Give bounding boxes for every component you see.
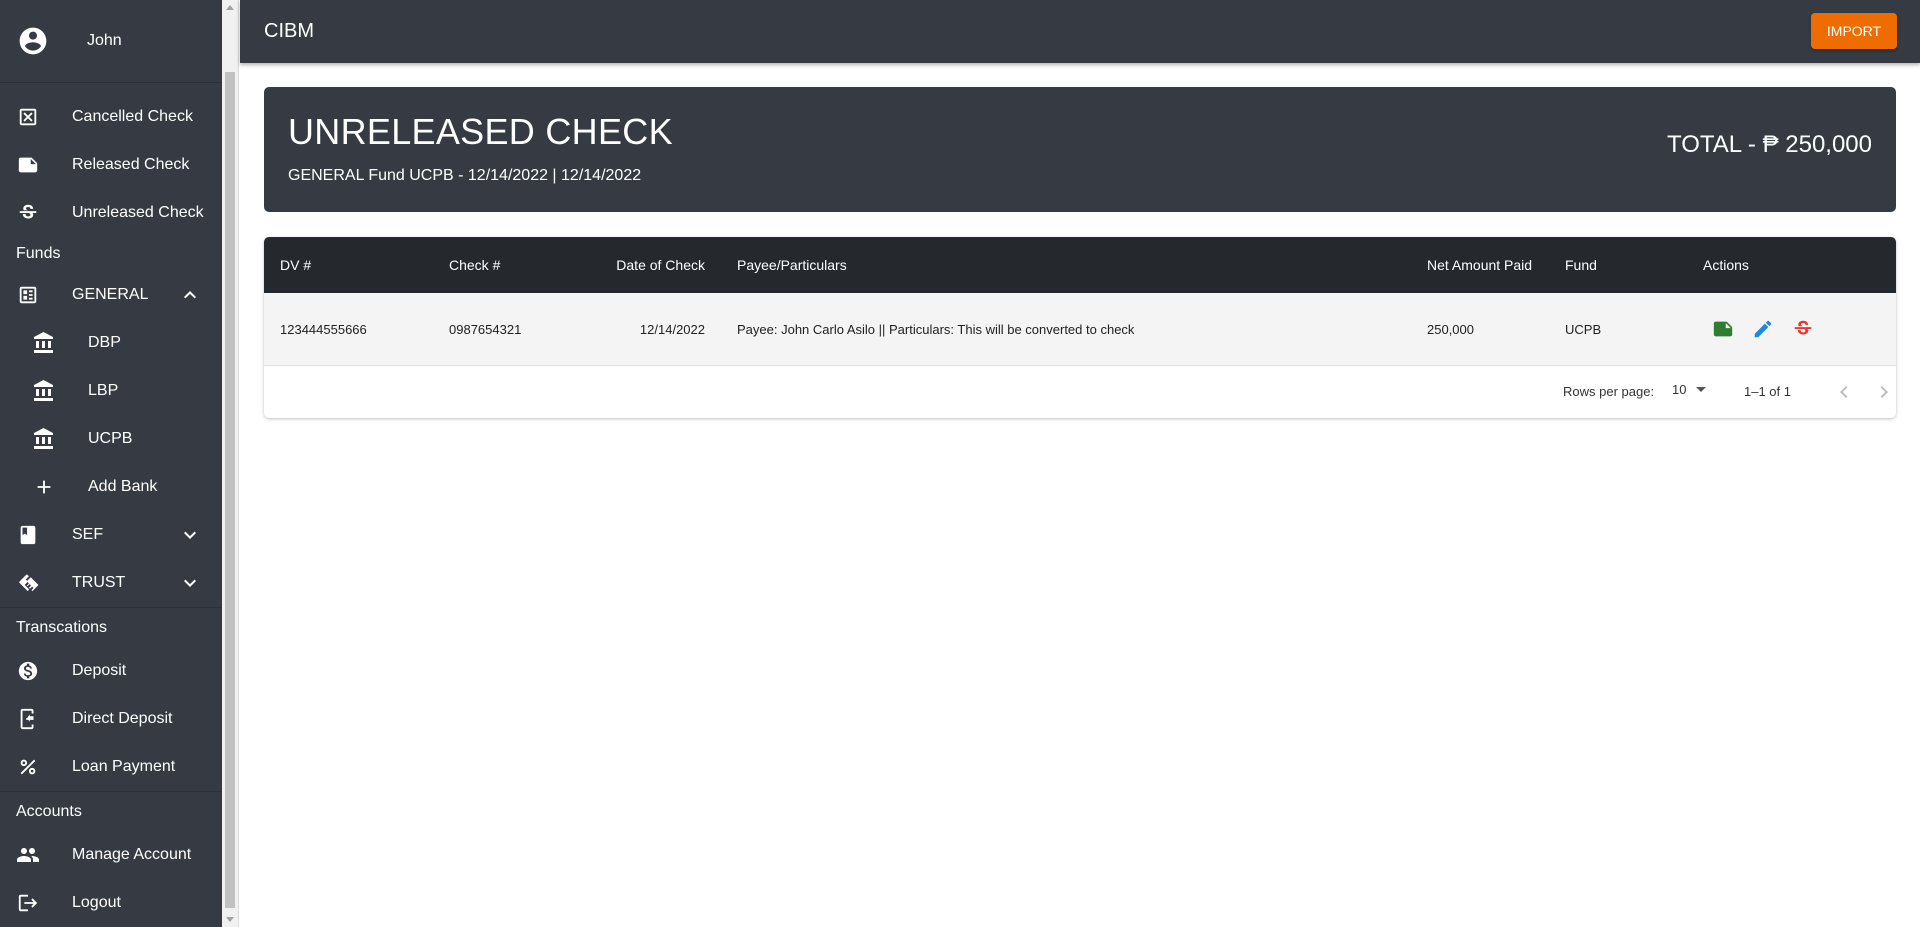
column-header-check[interactable]: Check # xyxy=(449,237,500,293)
sidebar-item-ucpb[interactable]: UCPB xyxy=(0,415,222,463)
strikethrough-icon xyxy=(16,201,40,225)
sidebar-item-label: Direct Deposit xyxy=(72,710,173,727)
account-circle-icon xyxy=(17,25,49,57)
cancel-box-icon xyxy=(16,105,40,129)
release-check-icon[interactable] xyxy=(1711,317,1735,341)
scroll-down-arrow[interactable] xyxy=(226,917,234,922)
sidebar-item-label: Add Bank xyxy=(88,478,158,495)
user-name: John xyxy=(87,32,122,49)
edit-icon[interactable] xyxy=(1751,317,1775,341)
chevron-right-icon[interactable] xyxy=(1872,380,1896,404)
sidebar-item-loan-payment[interactable]: Loan Payment xyxy=(0,743,222,791)
page-header-card: UNRELEASED CHECK GENERAL Fund UCPB - 12/… xyxy=(264,87,1896,212)
sidebar-item-label: Deposit xyxy=(72,662,127,679)
table-header: DV # Check # Date of Check Payee/Particu… xyxy=(264,237,1896,293)
bank-icon xyxy=(32,427,56,451)
sidebar-item-label: SEF xyxy=(72,526,104,543)
sidebar-item-label: TRUST xyxy=(72,574,126,591)
handshake-icon xyxy=(16,571,40,595)
checks-table: DV # Check # Date of Check Payee/Particu… xyxy=(264,237,1896,418)
sidebar-item-manage-account[interactable]: Manage Account xyxy=(0,831,222,879)
bank-icon xyxy=(32,331,56,355)
sidebar-item-sef[interactable]: SEF xyxy=(0,511,222,559)
chevron-left-icon[interactable] xyxy=(1832,380,1856,404)
sidebar-item-deposit[interactable]: Deposit xyxy=(0,647,222,695)
plus-icon xyxy=(32,475,56,499)
sidebar-item-logout[interactable]: Logout xyxy=(0,879,222,927)
scroll-up-arrow[interactable] xyxy=(226,5,234,10)
user-profile[interactable]: John xyxy=(0,0,222,83)
sidebar-item-label: Released Check xyxy=(72,156,190,173)
cell-date: 12/14/2022 xyxy=(639,321,705,337)
sidebar-item-label: Loan Payment xyxy=(72,758,176,775)
column-header-payee[interactable]: Payee/Particulars xyxy=(737,237,847,293)
sidebar-item-add-bank[interactable]: Add Bank xyxy=(0,463,222,511)
people-icon xyxy=(16,843,40,867)
sidebar-item-label: Cancelled Check xyxy=(72,108,193,125)
sidebar: John Cancelled Check Released Check Unre… xyxy=(0,0,222,927)
dropdown-caret-icon xyxy=(1696,387,1707,392)
cell-dv: 123444555666 xyxy=(280,321,367,337)
sidebar-item-direct-deposit[interactable]: Direct Deposit xyxy=(0,695,222,743)
sidebar-scrollbar[interactable] xyxy=(222,0,239,927)
dollar-circle-icon xyxy=(16,659,40,683)
cell-payee: Payee: John Carlo Asilo || Particulars: … xyxy=(737,321,1135,337)
fund-icon xyxy=(16,283,40,307)
column-header-date[interactable]: Date of Check xyxy=(574,237,705,293)
cancel-check-icon[interactable] xyxy=(1791,317,1815,341)
rows-per-page-label: Rows per page: xyxy=(1563,384,1655,399)
logout-icon xyxy=(16,891,40,915)
percent-icon xyxy=(16,755,40,779)
sidebar-item-unreleased-check[interactable]: Unreleased Check xyxy=(0,189,222,237)
app-title: CIBM xyxy=(264,20,314,42)
app-bar: CIBM IMPORT xyxy=(240,0,1920,63)
total-amount: TOTAL - ₱ 250,000 xyxy=(1667,131,1872,158)
cell-fund: UCPB xyxy=(1565,321,1602,337)
transactions-heading: Transcations xyxy=(0,607,222,647)
chevron-down-icon[interactable] xyxy=(178,571,202,595)
rows-per-page-select[interactable]: 10 xyxy=(1672,382,1707,397)
sidebar-item-label: UCPB xyxy=(88,430,133,447)
sidebar-item-lbp[interactable]: LBP xyxy=(0,367,222,415)
accounts-heading: Accounts xyxy=(0,791,222,831)
sidebar-item-general[interactable]: GENERAL xyxy=(0,271,222,319)
book-icon xyxy=(16,523,40,547)
table-row[interactable]: 123444555666 0987654321 12/14/2022 Payee… xyxy=(264,293,1896,366)
bank-icon xyxy=(32,379,56,403)
chevron-up-icon[interactable] xyxy=(178,283,202,307)
sidebar-item-label: Logout xyxy=(72,894,121,911)
sidebar-item-released-check[interactable]: Released Check xyxy=(0,141,222,189)
rows-per-page-value: 10 xyxy=(1672,382,1687,397)
scroll-thumb[interactable] xyxy=(225,72,235,908)
table-pagination: Rows per page: 10 1–1 of 1 xyxy=(264,366,1896,418)
sidebar-item-trust[interactable]: TRUST xyxy=(0,559,222,607)
sidebar-item-label: DBP xyxy=(88,334,121,351)
sidebar-item-cancelled-check[interactable]: Cancelled Check xyxy=(0,93,222,141)
page-subtitle: GENERAL Fund UCPB - 12/14/2022 | 12/14/2… xyxy=(288,167,642,184)
column-header-net-amount[interactable]: Net Amount Paid xyxy=(1427,237,1532,293)
funds-heading: Funds xyxy=(16,245,61,262)
phone-deposit-icon xyxy=(16,707,40,731)
sidebar-item-label: Unreleased Check xyxy=(72,204,204,221)
column-header-dv[interactable]: DV # xyxy=(280,237,311,293)
cell-check: 0987654321 xyxy=(449,321,522,337)
import-button[interactable]: IMPORT xyxy=(1811,13,1897,49)
page-title: UNRELEASED CHECK xyxy=(288,111,673,152)
sidebar-item-dbp[interactable]: DBP xyxy=(0,319,222,367)
cell-net-amount: 250,000 xyxy=(1427,321,1474,337)
column-header-actions: Actions xyxy=(1703,257,1749,273)
note-icon xyxy=(16,153,40,177)
column-header-fund[interactable]: Fund xyxy=(1565,237,1597,293)
sidebar-item-label: GENERAL xyxy=(72,286,149,303)
sidebar-item-label: Manage Account xyxy=(72,846,192,863)
cell-actions xyxy=(1703,293,1831,365)
chevron-down-icon[interactable] xyxy=(178,523,202,547)
pagination-range: 1–1 of 1 xyxy=(1744,384,1791,399)
sidebar-item-label: LBP xyxy=(88,382,119,399)
